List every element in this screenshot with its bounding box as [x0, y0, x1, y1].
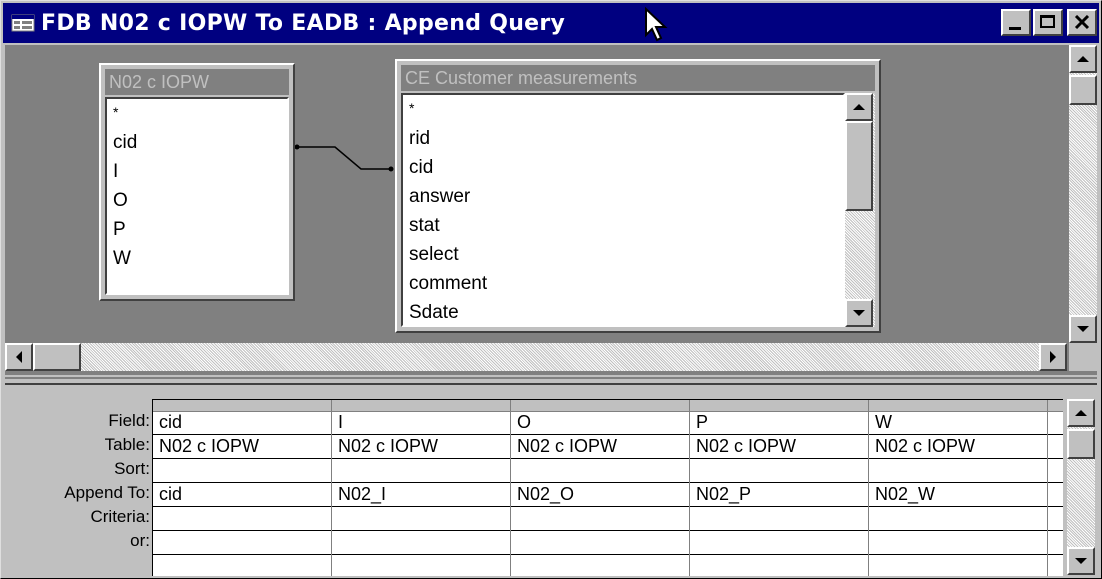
column-selector[interactable] — [511, 400, 689, 412]
table-box-ce-customer-measurements[interactable]: CE Customer measurements * rid cid answe… — [395, 59, 881, 333]
field-item[interactable]: P — [107, 215, 287, 244]
grid-vertical-scrollbar[interactable] — [1067, 399, 1095, 575]
row-label-or: or: — [130, 531, 150, 550]
field-item[interactable]: O — [107, 186, 287, 215]
cell-field[interactable]: I — [332, 412, 510, 433]
close-icon — [1074, 15, 1090, 30]
field-item[interactable]: * — [107, 99, 287, 128]
maximize-icon — [1040, 15, 1055, 28]
cell-append-to[interactable]: N02_P — [690, 484, 868, 505]
close-button[interactable] — [1067, 9, 1097, 36]
cell-field[interactable]: W — [869, 412, 1047, 433]
cell-append-to[interactable]: N02_O — [511, 484, 689, 505]
arrow-left-icon — [16, 351, 22, 363]
field-item[interactable]: Sdate — [403, 298, 843, 325]
arrow-up-icon — [1075, 410, 1087, 416]
grid-column[interactable]: W N02 c IOPW N02_W — [869, 400, 1048, 576]
column-selector[interactable] — [153, 400, 331, 412]
field-item[interactable]: cid — [107, 128, 287, 157]
field-list: * rid cid answer stat select comment Sda… — [401, 93, 845, 327]
arrow-right-icon — [1050, 351, 1056, 363]
scroll-left-button[interactable] — [5, 343, 33, 371]
grid-column[interactable]: P N02 c IOPW N02_P — [690, 400, 869, 576]
append-query-window: FDB N02 c IOPW To EADB : Append Query N0… — [0, 0, 1102, 579]
field-item[interactable]: W — [107, 244, 287, 273]
cell-table[interactable]: N02 c IOPW — [153, 436, 331, 457]
column-selector[interactable] — [1048, 400, 1063, 412]
arrow-up-icon — [1077, 56, 1089, 62]
cell-table[interactable]: N02 c IOPW — [869, 436, 1047, 457]
scroll-thumb[interactable] — [1069, 75, 1097, 105]
row-label-append-to: Append To: — [64, 483, 150, 502]
scroll-thumb[interactable] — [33, 343, 81, 371]
design-grid-pane: Field: Table: Sort: Append To: Criteria:… — [5, 387, 1097, 576]
table-box-n02-c-iopw[interactable]: N02 c IOPW * cid I O P W — [99, 63, 295, 301]
scrollbar-corner — [1069, 343, 1097, 371]
cell-table[interactable]: N02 c IOPW — [511, 436, 689, 457]
field-item[interactable]: answer — [403, 182, 843, 211]
column-selector[interactable] — [869, 400, 1047, 412]
field-item[interactable]: rid — [403, 124, 843, 153]
row-label-table: Table: — [104, 435, 150, 454]
maximize-button[interactable] — [1033, 9, 1063, 36]
grid-column[interactable]: cid N02 c IOPW cid — [153, 400, 332, 576]
minimize-icon — [1009, 27, 1021, 30]
pane-splitter[interactable] — [5, 377, 1097, 385]
scroll-thumb[interactable] — [1067, 429, 1095, 459]
grid-column[interactable]: I N02 c IOPW N02_I — [332, 400, 511, 576]
cell-field[interactable]: P — [690, 412, 868, 433]
field-item[interactable]: comment — [403, 269, 843, 298]
minimize-button[interactable] — [1001, 9, 1031, 36]
table-diagram-pane: N02 c IOPW * cid I O P W CE Customer mea… — [5, 45, 1097, 375]
field-item[interactable]: select — [403, 240, 843, 269]
grid-column-empty[interactable] — [1048, 400, 1063, 576]
cell-table[interactable]: N02 c IOPW — [332, 436, 510, 457]
query-icon — [11, 14, 35, 32]
window-title: FDB N02 c IOPW To EADB : Append Query — [41, 10, 566, 36]
column-selector[interactable] — [332, 400, 510, 412]
arrow-down-icon — [1075, 558, 1087, 564]
scroll-up-button[interactable] — [845, 93, 873, 121]
query-design-grid: cid N02 c IOPW cid I N02 c IOPW N02_I O … — [152, 399, 1063, 576]
arrow-down-icon — [853, 310, 865, 316]
diagram-vertical-scrollbar[interactable] — [1069, 45, 1097, 343]
cell-append-to[interactable]: N02_W — [869, 484, 1047, 505]
grid-column[interactable]: O N02 c IOPW N02_O — [511, 400, 690, 576]
column-selector[interactable] — [690, 400, 868, 412]
cell-append-to[interactable]: cid — [153, 484, 331, 505]
scroll-thumb[interactable] — [845, 121, 873, 211]
title-bar[interactable]: FDB N02 c IOPW To EADB : Append Query — [3, 3, 1099, 43]
diagram-horizontal-scrollbar[interactable] — [5, 343, 1067, 371]
row-label-sort: Sort: — [114, 459, 150, 478]
field-list: * cid I O P W — [105, 97, 289, 295]
scroll-up-button[interactable] — [1067, 399, 1095, 427]
cell-table[interactable]: N02 c IOPW — [690, 436, 868, 457]
field-item[interactable]: stat — [403, 211, 843, 240]
diagram-area[interactable]: N02 c IOPW * cid I O P W CE Customer mea… — [5, 45, 1067, 343]
row-label-criteria: Criteria: — [90, 507, 150, 526]
scroll-down-button[interactable] — [845, 299, 873, 327]
cell-field[interactable]: cid — [153, 412, 331, 433]
scroll-down-button[interactable] — [1067, 547, 1095, 575]
row-label-field: Field: — [108, 411, 150, 430]
scroll-up-button[interactable] — [1069, 45, 1097, 73]
table-title[interactable]: CE Customer measurements — [401, 65, 875, 91]
arrow-up-icon — [853, 104, 865, 110]
cell-field[interactable]: O — [511, 412, 689, 433]
arrow-down-icon — [1077, 326, 1089, 332]
table-title[interactable]: N02 c IOPW — [105, 69, 289, 95]
mouse-pointer-icon — [645, 7, 668, 42]
field-list-scrollbar[interactable] — [845, 93, 875, 327]
cell-append-to[interactable]: N02_I — [332, 484, 510, 505]
field-item[interactable]: I — [107, 157, 287, 186]
field-item[interactable]: cid — [403, 153, 843, 182]
scroll-down-button[interactable] — [1069, 315, 1097, 343]
scroll-right-button[interactable] — [1039, 343, 1067, 371]
field-item[interactable]: * — [403, 95, 843, 124]
